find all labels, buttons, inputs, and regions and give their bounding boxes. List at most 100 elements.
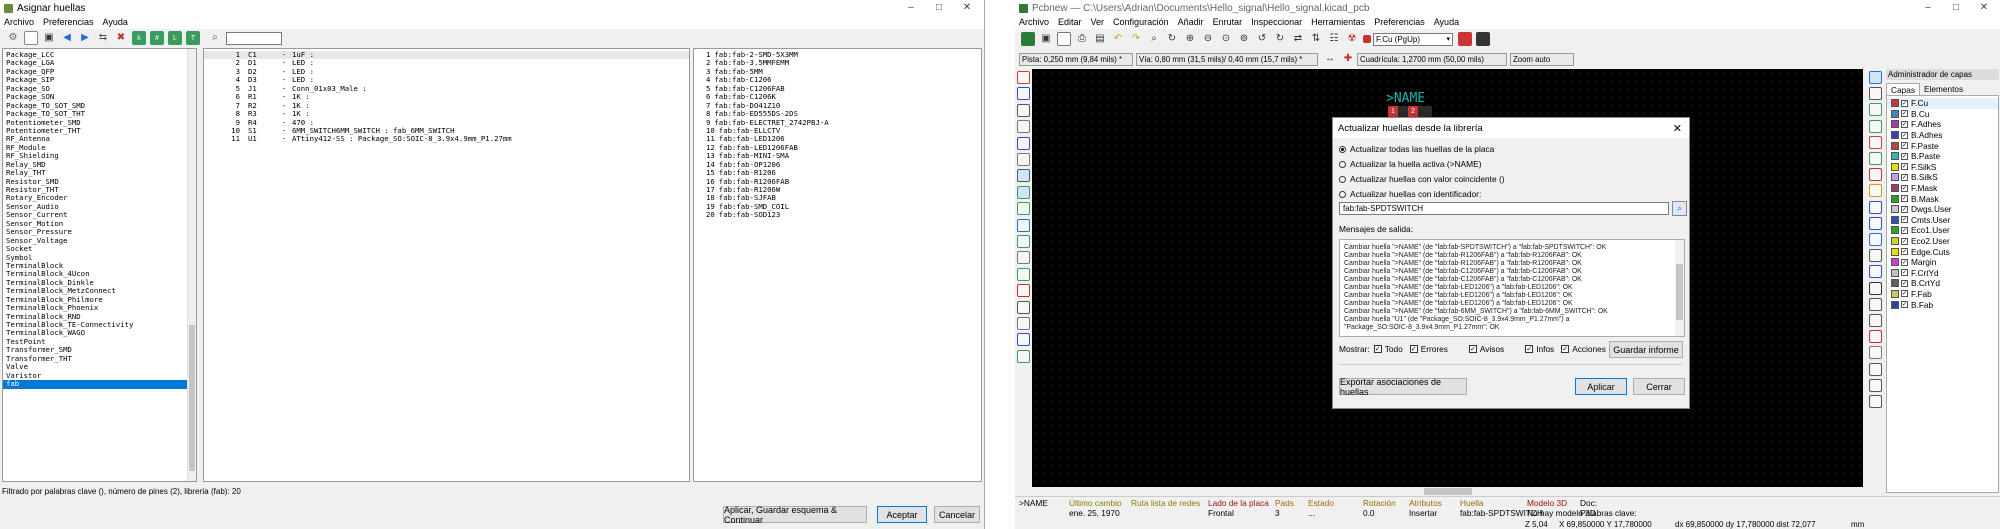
- pcbnew-maximize-button[interactable]: □: [1942, 0, 1970, 16]
- footprint-list[interactable]: 1 fab:fab-2-SMD-5X3MM 2 fab:fab-3.5MMFEMM 3 f…: [693, 48, 982, 482]
- apply-button[interactable]: Aplicar: [1575, 378, 1627, 395]
- pcb-menu-item[interactable]: Inspeccionar: [1247, 16, 1307, 29]
- layer-color-swatch[interactable]: [1891, 279, 1899, 288]
- filter-text-input[interactable]: [226, 31, 282, 45]
- right-tool-icon[interactable]: [1869, 362, 1882, 376]
- plot-icon[interactable]: ▤: [1093, 32, 1107, 46]
- checkbox-acciones[interactable]: ✓: [1561, 345, 1570, 353]
- layer-row[interactable]: ✓ B.Fab: [1887, 299, 1998, 310]
- right-tool-icon[interactable]: [1869, 103, 1882, 117]
- canvas-h-scrollbar[interactable]: [1032, 487, 1863, 496]
- layer-row[interactable]: ✓ F.Mask: [1887, 183, 1998, 194]
- layer-visibility-checkbox[interactable]: ✓: [1901, 279, 1908, 287]
- right-tool-icon[interactable]: [1869, 184, 1882, 198]
- layer-color-swatch[interactable]: [1891, 300, 1899, 309]
- component-row[interactable]: 6 R1-1K :: [204, 92, 689, 101]
- pcb-menu-item[interactable]: Ayuda: [1430, 16, 1464, 29]
- library-item[interactable]: Transformer_THT: [3, 354, 196, 363]
- canvas-h-scroll-thumb[interactable]: [1424, 488, 1472, 495]
- footprint-item[interactable]: 20 fab:fab-SOD123: [694, 211, 981, 219]
- layer-row[interactable]: ✓ Eco2.User: [1887, 236, 1998, 247]
- menu-ayuda[interactable]: Ayuda: [99, 16, 133, 29]
- rotate-cw-icon[interactable]: ↻: [1273, 32, 1287, 46]
- layer-color-swatch[interactable]: [1891, 289, 1899, 298]
- layer-visibility-checkbox[interactable]: ✓: [1901, 99, 1908, 107]
- tab-capas[interactable]: Capas: [1886, 83, 1920, 95]
- pcb-menu-item[interactable]: Archivo: [1015, 16, 1054, 29]
- option-update-value[interactable]: Actualizar huellas con valor coincidente…: [1339, 173, 1505, 185]
- option-update-identifier[interactable]: Actualizar huellas con identificador:: [1339, 188, 1505, 200]
- auto-associate-icon[interactable]: ⇆: [96, 31, 110, 45]
- left-tool-icon[interactable]: [1017, 153, 1030, 166]
- redo-icon[interactable]: ↷: [1129, 32, 1143, 46]
- component-list[interactable]: 1 C1-1uF :2 D1- LED :3 D2- LED :4 D3- LED :5 J1-…: [203, 48, 690, 482]
- layer-color-swatch[interactable]: [1891, 131, 1899, 140]
- checkbox-errores[interactable]: ✓: [1409, 345, 1418, 353]
- left-tool-icon[interactable]: [1017, 202, 1030, 216]
- radio-update-value[interactable]: [1339, 175, 1346, 183]
- component-row[interactable]: 11 U1 - ATtiny412-SS : Package_SO:SOIC-8_3.…: [204, 134, 689, 143]
- netlist-icon[interactable]: ☷: [1327, 32, 1341, 46]
- filter-acciones[interactable]: ✓ Acciones: [1561, 344, 1606, 354]
- accept-button[interactable]: Aceptar: [877, 506, 927, 523]
- identifier-input[interactable]: fab:fab-SPDTSWITCH: [1339, 202, 1669, 215]
- layer-row[interactable]: ✓ Margin: [1887, 257, 1998, 268]
- delete-associations-icon[interactable]: ✖: [114, 31, 128, 45]
- pcb-menu-item[interactable]: Editar: [1054, 16, 1087, 29]
- right-tool-icon[interactable]: [1869, 152, 1882, 165]
- zoom-in-icon[interactable]: ⊕: [1183, 32, 1197, 46]
- left-tool-icon[interactable]: [1017, 317, 1030, 330]
- zoom-fit-icon[interactable]: ⊙: [1219, 32, 1233, 46]
- component-row[interactable]: 1 C1-1uF :: [204, 50, 689, 60]
- layer-row[interactable]: ✓ F.Cu: [1887, 98, 1998, 109]
- close-dialog-button[interactable]: Cerrar: [1633, 378, 1685, 395]
- layer-color-swatch[interactable]: [1891, 141, 1899, 150]
- right-tool-icon[interactable]: [1869, 249, 1882, 263]
- library-item[interactable]: fab: [3, 379, 196, 389]
- checkbox-todo[interactable]: ✓: [1373, 345, 1382, 353]
- undo-icon[interactable]: ↶: [1111, 32, 1125, 46]
- left-tool-icon[interactable]: [1017, 120, 1030, 134]
- left-tool-icon[interactable]: [1017, 251, 1030, 265]
- refresh-icon[interactable]: ↻: [1165, 32, 1179, 46]
- left-tool-icon[interactable]: [1017, 218, 1030, 232]
- left-tool-icon[interactable]: [1017, 136, 1030, 150]
- layer-color-swatch[interactable]: [1891, 99, 1899, 108]
- library-browser-icon[interactable]: ⌕: [1672, 201, 1687, 216]
- right-tool-icon[interactable]: [1869, 216, 1882, 230]
- grid-select[interactable]: Cuadrícula: 1,2700 mm (50,00 mils): [1357, 52, 1507, 66]
- library-item[interactable]: Varistor: [3, 371, 196, 380]
- left-tool-icon[interactable]: [1017, 267, 1030, 281]
- layer-visibility-checkbox[interactable]: ✓: [1901, 290, 1908, 298]
- checkbox-infos[interactable]: ✓: [1525, 345, 1534, 353]
- filter-errores[interactable]: ✓ Errores: [1409, 344, 1448, 354]
- auto-track-width-icon[interactable]: ↔: [1323, 52, 1337, 66]
- save-board-icon[interactable]: ▣: [1039, 32, 1053, 46]
- library-scrollbar[interactable]: [187, 49, 196, 481]
- layer-visibility-checkbox[interactable]: ✓: [1901, 184, 1908, 192]
- dialog-close-icon[interactable]: ✕: [1673, 122, 1682, 135]
- left-tool-icon[interactable]: [1017, 185, 1030, 199]
- layer-color-swatch[interactable]: [1891, 194, 1899, 203]
- layer-select[interactable]: F.Cu (PgUp) ▾: [1373, 32, 1453, 46]
- menu-preferencias[interactable]: Preferencias: [39, 16, 99, 29]
- layer-visibility-checkbox[interactable]: ✓: [1901, 226, 1908, 234]
- right-tool-icon[interactable]: [1869, 265, 1882, 279]
- close-button[interactable]: ✕: [953, 0, 981, 16]
- zoom-selection-icon[interactable]: ⊚: [1237, 32, 1251, 46]
- tab-elementos[interactable]: Elementos: [1920, 83, 1967, 95]
- export-associations-button[interactable]: Exportar asociaciones de huellas: [1339, 377, 1467, 397]
- layer-visibility-checkbox[interactable]: ✓: [1901, 163, 1908, 171]
- layer-color-swatch[interactable]: [1891, 226, 1899, 235]
- filter-avisos[interactable]: ✓ Avisos: [1468, 344, 1504, 354]
- layer-row[interactable]: ✓ B.Paste: [1887, 151, 1998, 162]
- scripting-icon[interactable]: [1476, 32, 1490, 46]
- checkbox-avisos[interactable]: ✓: [1468, 345, 1477, 353]
- component-row[interactable]: 4 D3- LED :: [204, 75, 689, 84]
- right-tool-icon[interactable]: [1869, 87, 1882, 101]
- left-tool-icon[interactable]: [1017, 87, 1030, 101]
- layer-visibility-checkbox[interactable]: ✓: [1901, 205, 1908, 213]
- layer-row[interactable]: ✓ Dwgs.User: [1887, 204, 1998, 215]
- radio-update-identifier[interactable]: [1339, 190, 1346, 198]
- layer-color-swatch[interactable]: [1891, 205, 1899, 214]
